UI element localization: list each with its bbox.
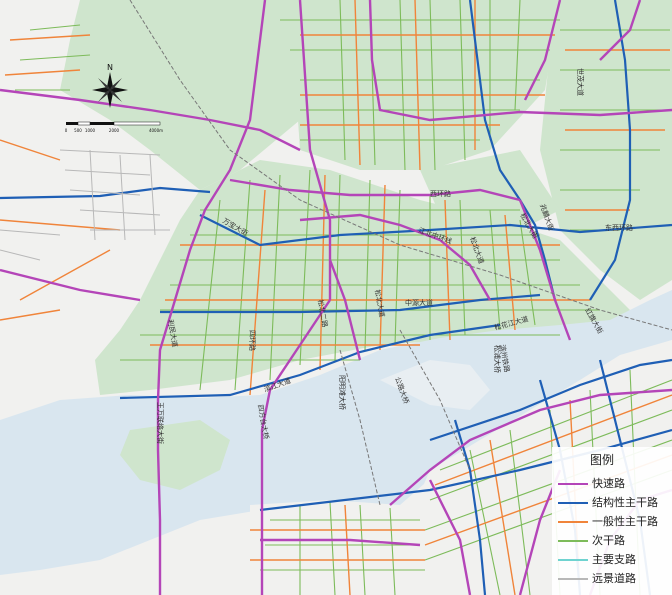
scale-bar: 0 500 1000 2000 4000m [65,121,163,133]
label-yangmingtan: 阳明滩大桥 [338,375,347,410]
scale-label-4: 4000m [149,128,163,133]
scale-label-0: 0 [65,128,68,133]
label-wangwan: 王万联络大街 [156,402,165,444]
legend-item-general: 一般性主干路 [558,513,670,531]
legend-item-secondary: 次干路 [558,532,670,550]
legend-label-branch: 主要支路 [592,553,636,566]
legend-label-general: 一般性主干路 [592,515,658,528]
legend-swatch-expressway [558,483,588,485]
legend-swatch-general [558,521,588,523]
compass-north-label: N [107,63,113,72]
scale-label-3: 2000 [109,128,120,133]
legend-label-secondary: 次干路 [592,534,625,547]
label-xihuan: 西环路 [430,189,451,198]
scale-label-2: 1000 [85,128,96,133]
legend-label-structural: 结构性主干路 [592,496,658,509]
north-arrow-icon: N [92,63,128,108]
label-sihuan: 四环路 [248,330,257,351]
legend-swatch-secondary [558,540,588,542]
label-zhongyuan: 中源大道 [405,298,433,307]
scale-label-1: 500 [74,128,82,133]
legend-title: 图例 [590,453,615,467]
legend-label-distant: 远景道路 [592,572,636,585]
legend-item-distant: 远景道路 [558,570,670,588]
legend-item-expressway: 快速路 [558,475,670,493]
legend-swatch-branch [558,559,588,561]
map-legend: 图例 快速路 结构性主干路 一般性主干路 次干路 主要支路 远景道路 [552,447,672,595]
legend-swatch-distant [558,578,588,580]
legend-swatch-structural [558,502,588,504]
label-shimao: 世茂大道 [576,68,585,96]
legend-item-branch: 主要支路 [558,551,670,569]
label-dongxihuan: 东西环路 [605,223,633,232]
legend-item-structural: 结构性主干路 [558,494,670,512]
legend-label-expressway: 快速路 [592,477,625,490]
